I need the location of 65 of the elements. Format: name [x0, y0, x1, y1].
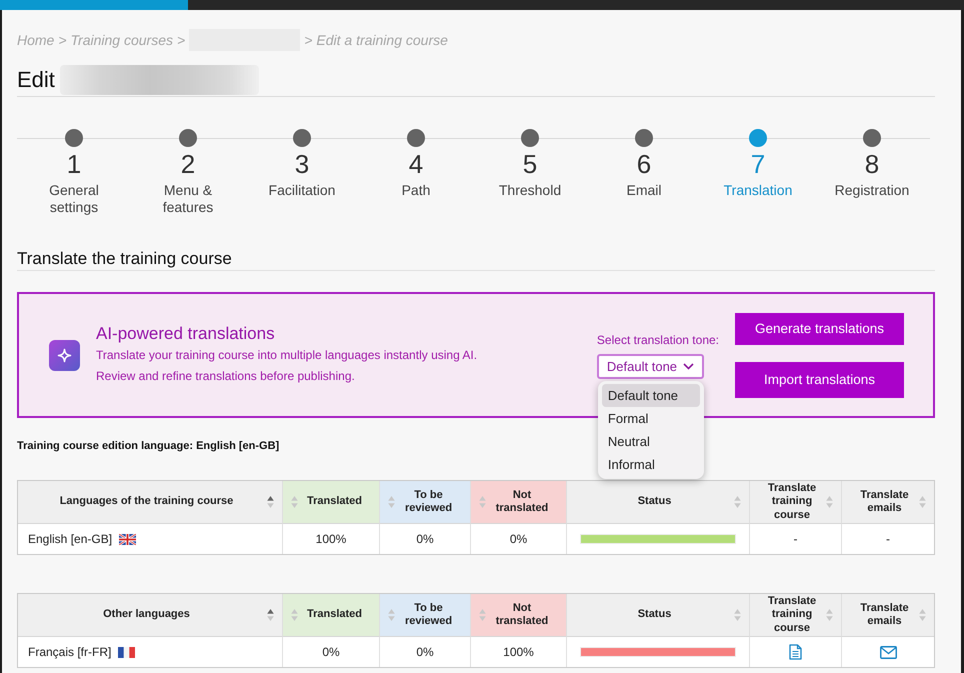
table-cell: - — [842, 523, 934, 554]
wizard-step[interactable]: 2 Menu & features — [131, 129, 245, 216]
dropdown-option[interactable]: Informal — [602, 452, 700, 476]
step-dot-icon — [749, 129, 767, 147]
table-cell: 0% — [380, 523, 471, 554]
table-cell: 0% — [283, 636, 380, 667]
breadcrumb-separator: > — [58, 31, 67, 50]
wizard-step[interactable]: 8 Registration — [815, 129, 929, 216]
action-button[interactable]: Generate translations — [735, 312, 904, 344]
breadcrumb-separator: > — [304, 31, 312, 50]
uk-flag-icon — [119, 534, 136, 544]
sparkle-icon — [49, 340, 80, 370]
column-header[interactable]: Translated — [283, 594, 380, 636]
step-dot-icon — [407, 129, 425, 147]
ai-panel-description: Translate your training course into multiple languages instantly using AI. — [96, 347, 478, 364]
column-header[interactable]: Not translated — [471, 594, 567, 636]
envelope-icon[interactable] — [880, 646, 896, 658]
step-dot-icon — [65, 129, 83, 147]
breadcrumb-current: Edit a training course — [316, 31, 448, 50]
section-title: Translate the training course — [17, 248, 232, 270]
table-cell: 0% — [471, 523, 567, 554]
column-header[interactable]: Translate training course — [750, 594, 842, 636]
tone-label: Select translation tone: — [596, 332, 719, 348]
french-flag-icon — [118, 646, 136, 658]
column-header[interactable]: Languages of the training course — [18, 481, 283, 523]
dropdown-option[interactable]: Default tone — [602, 384, 700, 406]
dropdown-option[interactable]: Formal — [602, 406, 700, 430]
table-cell: 100% — [283, 523, 380, 554]
sort-icon[interactable] — [267, 495, 274, 509]
column-header[interactable]: Not translated — [471, 481, 567, 523]
language-name: Français [fr-FR] — [28, 645, 112, 659]
step-dot-icon — [293, 129, 311, 147]
table-cell: 0% — [380, 636, 471, 667]
document-icon[interactable] — [789, 644, 802, 660]
wizard-step[interactable]: 6 Email — [587, 129, 701, 216]
column-header[interactable]: Status — [567, 594, 750, 636]
step-dot-icon — [635, 129, 653, 147]
breadcrumb-separator: > — [177, 31, 186, 50]
column-header[interactable]: Translate emails — [842, 594, 934, 636]
table-cell: - — [750, 523, 842, 554]
dropdown-option[interactable]: Neutral — [602, 430, 700, 452]
column-header[interactable]: To be reviewed — [380, 481, 471, 523]
step-dot-icon — [521, 129, 539, 147]
language-name: English [en-GB] — [28, 532, 112, 546]
step-dot-icon — [179, 129, 197, 147]
chevron-down-icon — [682, 362, 694, 370]
wizard-step[interactable]: 4 Path — [359, 129, 473, 216]
ai-panel-title: AI-powered translations — [96, 323, 275, 345]
edition-language-label: Training course edition language: English [en-GB] — [17, 439, 280, 454]
ai-panel-description: Review and refine translations before publishing. — [96, 368, 355, 385]
step-dot-icon — [863, 129, 881, 147]
sort-icon[interactable] — [267, 608, 274, 622]
column-header[interactable]: To be reviewed — [380, 594, 471, 636]
column-header[interactable]: Other languages — [18, 594, 283, 636]
wizard-step[interactable]: 5 Threshold — [473, 129, 587, 216]
column-header[interactable]: Status — [567, 481, 750, 523]
action-button[interactable]: Import translations — [735, 362, 904, 398]
tone-select[interactable]: Default tone — [596, 354, 704, 378]
wizard-step[interactable]: 3 Facilitation — [245, 129, 359, 216]
table-cell: 100% — [471, 636, 567, 667]
wizard-step[interactable]: 1 General settings — [17, 129, 131, 216]
column-header[interactable]: Translate training course — [750, 481, 842, 523]
column-header[interactable]: Translate emails — [842, 481, 934, 523]
column-header[interactable]: Translated — [283, 481, 380, 523]
page-title: Edit — [17, 66, 55, 94]
